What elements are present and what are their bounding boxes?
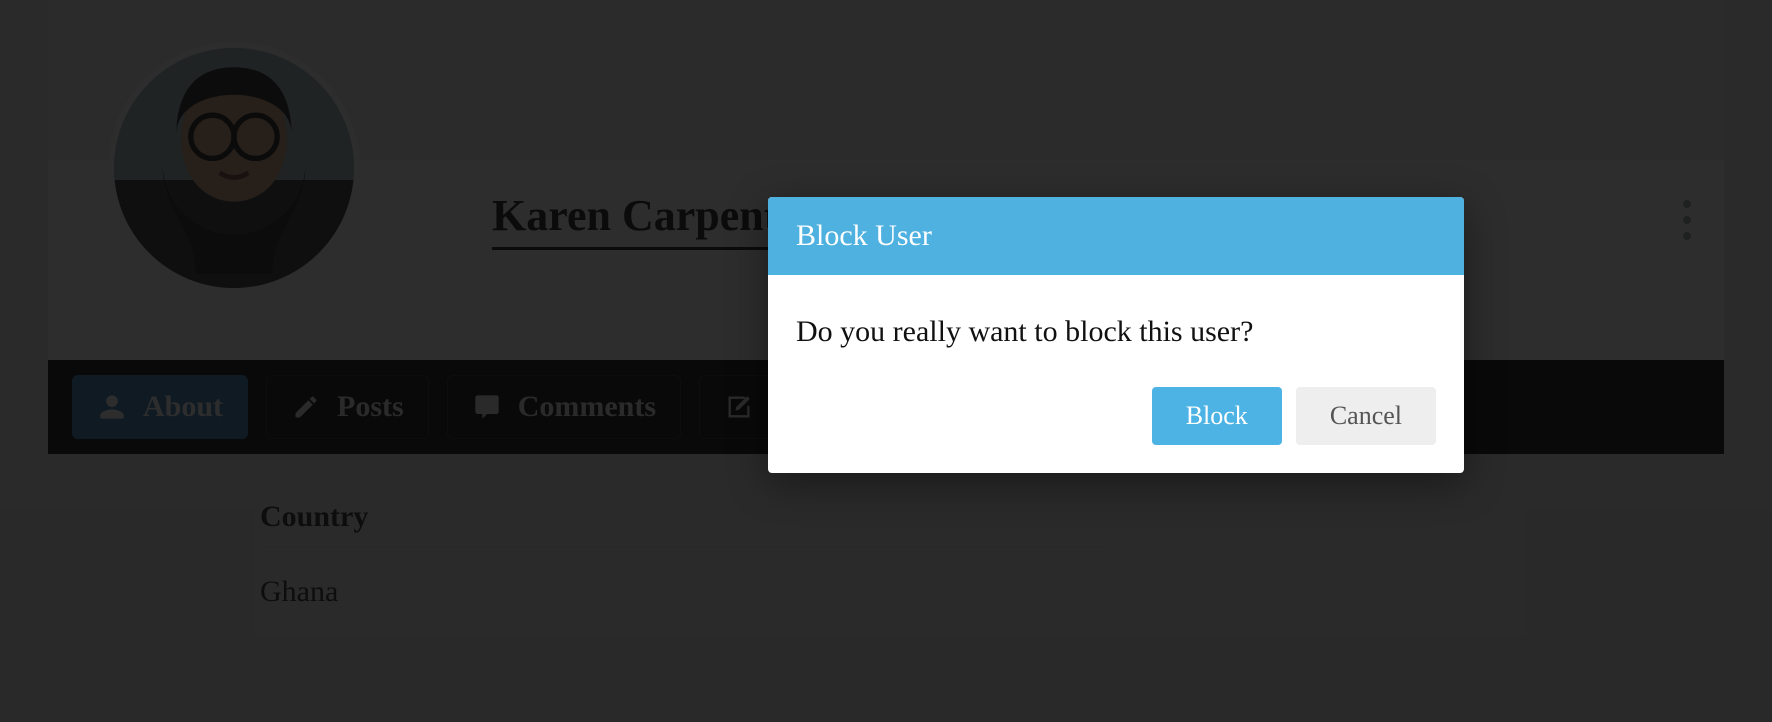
modal-title: Block User: [768, 197, 1464, 275]
modal-actions: Block Cancel: [768, 359, 1464, 473]
block-confirm-button[interactable]: Block: [1152, 387, 1282, 445]
block-user-modal: Block User Do you really want to block t…: [768, 197, 1464, 473]
modal-message: Do you really want to block this user?: [768, 275, 1464, 359]
cancel-button[interactable]: Cancel: [1296, 387, 1436, 445]
